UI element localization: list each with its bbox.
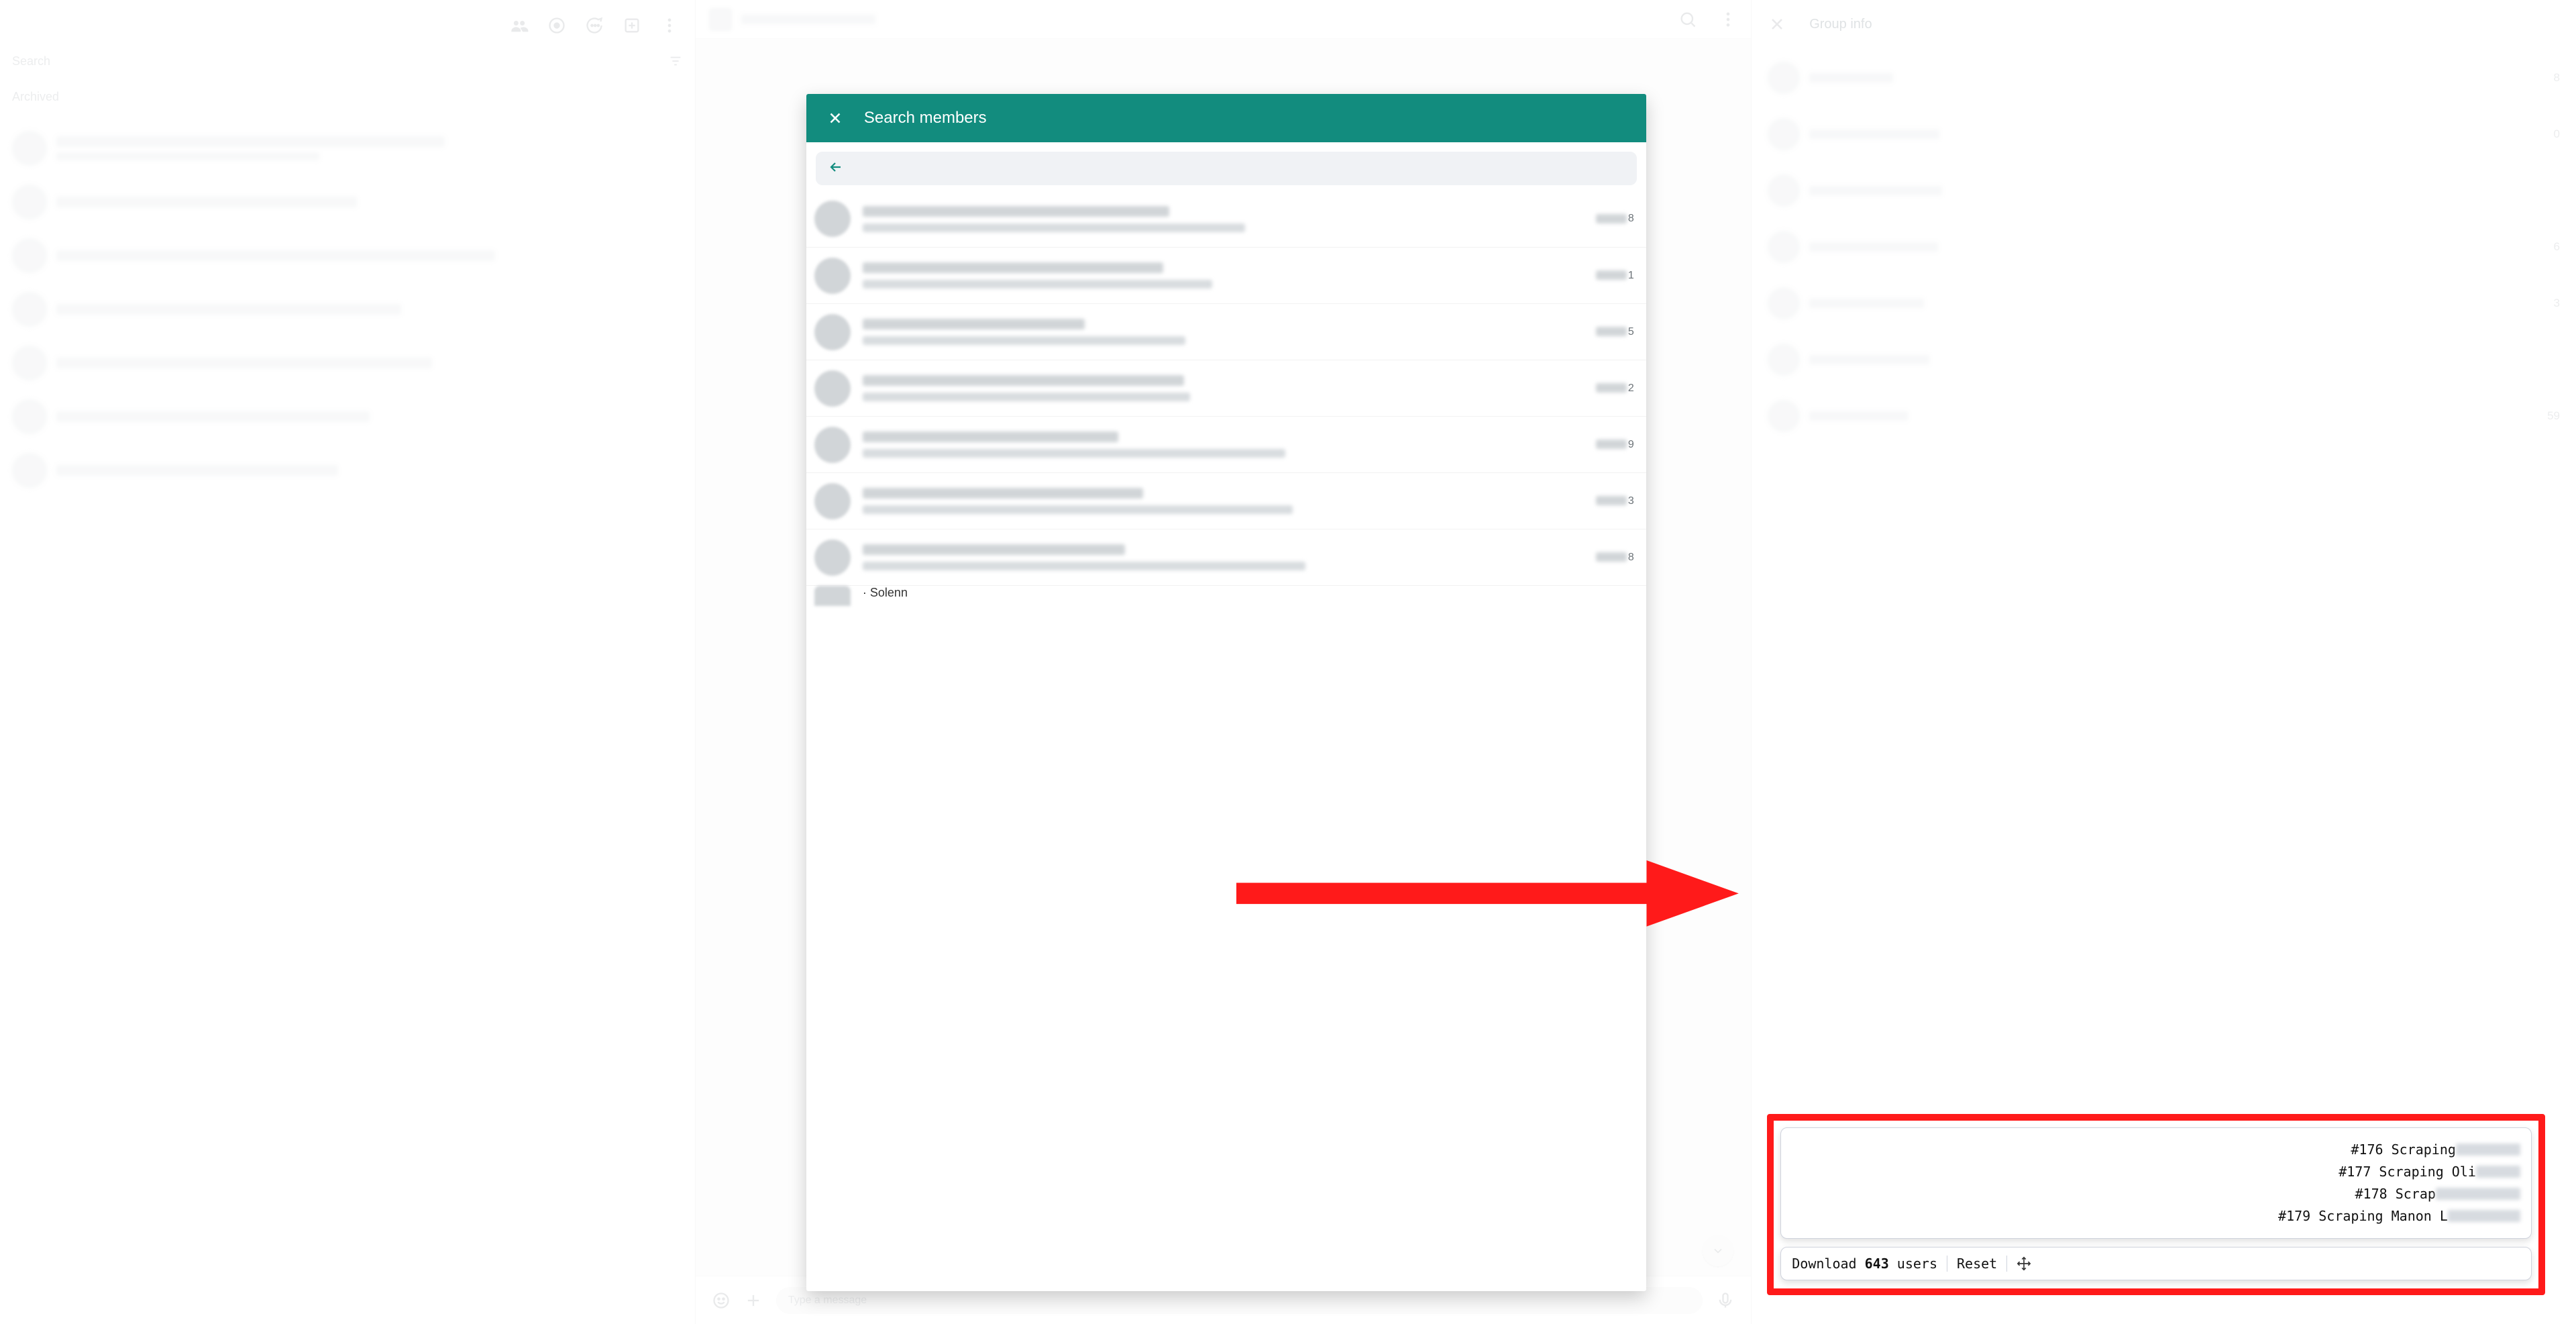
- avatar: [814, 201, 851, 237]
- scraper-log-card: #176 Scraping #177 Scraping Oli#178 Scra…: [1780, 1127, 2532, 1239]
- group-member-row[interactable]: 3: [1768, 275, 2560, 332]
- chat-list-pane: Search Archived: [0, 0, 696, 1324]
- avatar: [814, 370, 851, 407]
- avatar: [814, 427, 851, 463]
- member-search-input[interactable]: [856, 152, 1625, 185]
- scraper-log-line: #178 Scrap: [1792, 1183, 2520, 1205]
- chat-item[interactable]: [12, 175, 683, 229]
- group-member-row[interactable]: 8: [1768, 50, 2560, 106]
- chat-item[interactable]: [12, 283, 683, 336]
- filter-icon[interactable]: [668, 54, 683, 68]
- search-placeholder[interactable]: Search: [12, 54, 50, 68]
- member-name-fragment: · Solenn: [863, 586, 908, 600]
- download-button[interactable]: Download 643 users: [1792, 1256, 1937, 1272]
- avatar: [814, 540, 851, 576]
- search-members-panel: Search members 8152938· Solenn: [806, 94, 1646, 1291]
- menu-icon[interactable]: [1719, 10, 1737, 29]
- chat-item[interactable]: [12, 121, 683, 175]
- member-list: 8152938· Solenn: [806, 191, 1646, 1291]
- member-row[interactable]: 3: [806, 472, 1646, 529]
- search-icon[interactable]: [1678, 10, 1697, 29]
- scraper-toolbar: Download 643 users Reset: [1780, 1247, 2532, 1280]
- close-icon[interactable]: [1768, 15, 1786, 34]
- chat-item[interactable]: [12, 336, 683, 390]
- reset-button[interactable]: Reset: [1957, 1256, 1997, 1272]
- avatar: [814, 314, 851, 350]
- move-icon[interactable]: [2017, 1256, 2031, 1271]
- archived-label[interactable]: Archived: [12, 78, 683, 121]
- emoji-icon[interactable]: [712, 1291, 731, 1310]
- message-placeholder: Type a message: [788, 1294, 867, 1307]
- member-row[interactable]: 8: [806, 529, 1646, 585]
- group-member-row[interactable]: [1768, 332, 2560, 388]
- scraper-log-line: #179 Scraping Manon L: [1792, 1205, 2520, 1227]
- group-member-row[interactable]: 6: [1768, 219, 2560, 275]
- panel-title: Search members: [864, 109, 987, 128]
- member-row[interactable]: 9: [806, 416, 1646, 472]
- scraper-widget-highlight: #176 Scraping #177 Scraping Oli#178 Scra…: [1767, 1114, 2545, 1295]
- close-icon[interactable]: [825, 108, 845, 128]
- status-icon[interactable]: [547, 16, 566, 35]
- scraper-log-line: #176 Scraping: [1792, 1139, 2520, 1161]
- group-member-row[interactable]: [1768, 162, 2560, 219]
- member-row[interactable]: · Solenn: [806, 585, 1646, 612]
- member-row[interactable]: 2: [806, 360, 1646, 416]
- member-row[interactable]: 5: [806, 303, 1646, 360]
- new-post-icon[interactable]: [623, 16, 641, 35]
- member-row[interactable]: 1: [806, 247, 1646, 303]
- avatar: [814, 258, 851, 294]
- group-member-row[interactable]: 0: [1768, 106, 2560, 162]
- mic-icon[interactable]: [1716, 1291, 1735, 1310]
- scroll-to-bottom-button[interactable]: [1703, 1235, 1733, 1266]
- chat-item[interactable]: [12, 390, 683, 444]
- new-chat-icon[interactable]: [585, 16, 604, 35]
- chat-item[interactable]: [12, 229, 683, 283]
- attach-icon[interactable]: [744, 1291, 763, 1310]
- chat-item[interactable]: [12, 444, 683, 497]
- menu-icon[interactable]: [660, 16, 679, 35]
- group-member-row[interactable]: 59: [1768, 388, 2560, 444]
- back-icon[interactable]: [828, 159, 844, 179]
- avatar: [814, 483, 851, 519]
- communities-icon[interactable]: [510, 16, 529, 35]
- scraper-log-line: #177 Scraping Oli: [1792, 1161, 2520, 1183]
- group-info-title: Group info: [1809, 17, 1872, 32]
- member-row[interactable]: 8: [806, 191, 1646, 247]
